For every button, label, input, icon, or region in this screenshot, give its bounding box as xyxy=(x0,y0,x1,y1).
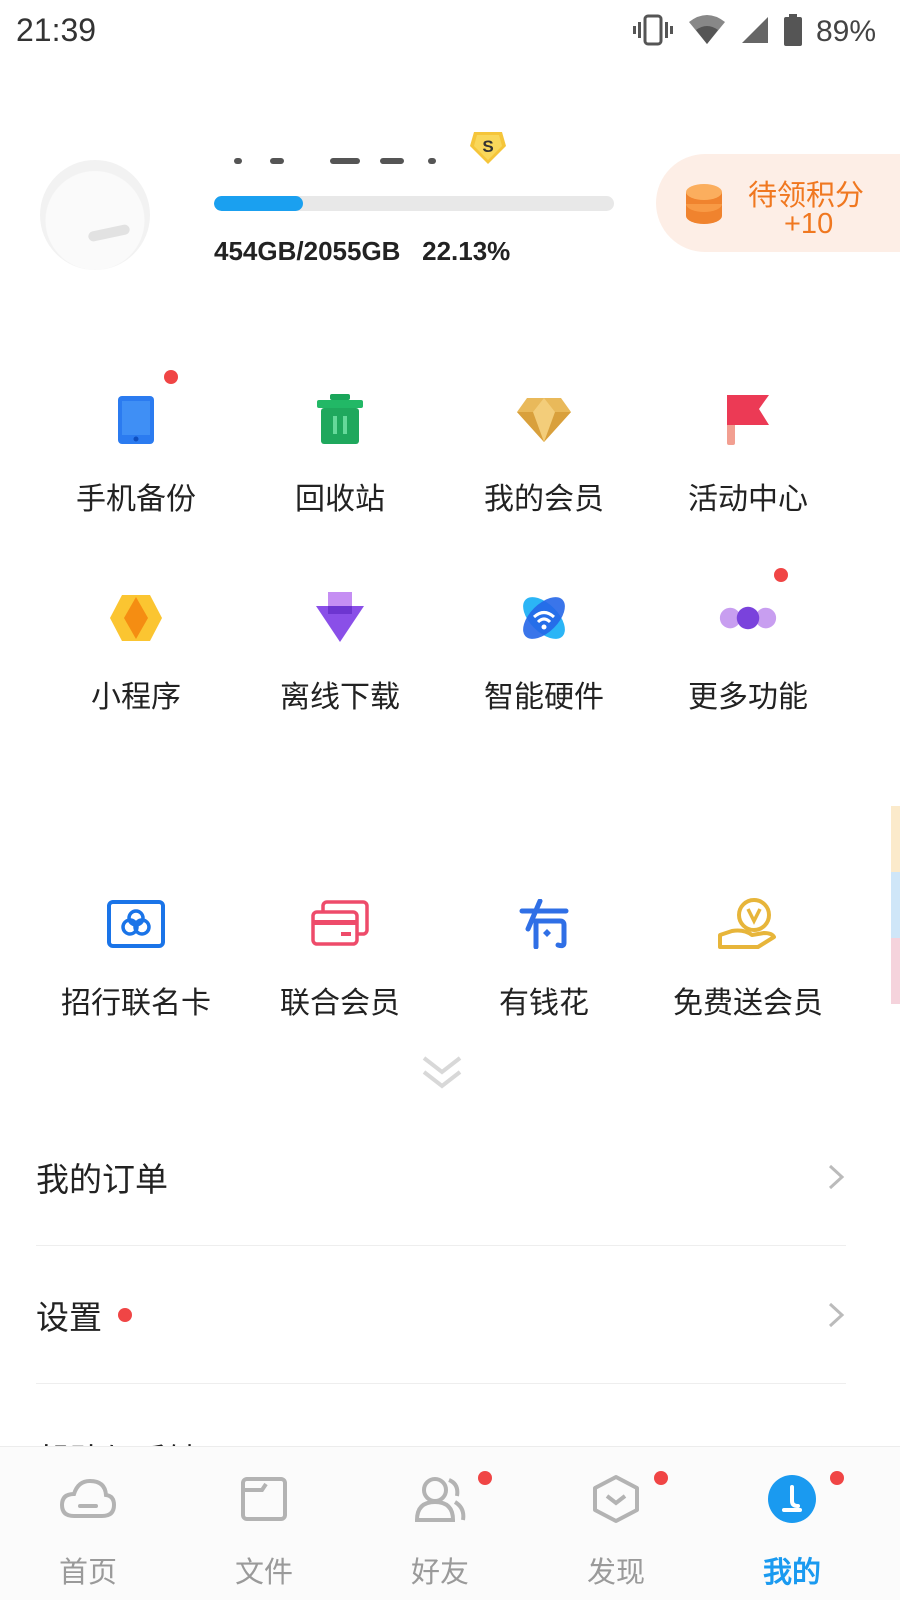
notification-dot xyxy=(830,1471,844,1485)
grid-label: 免费送会员 xyxy=(673,986,823,1021)
points-value: +10 xyxy=(784,208,834,240)
grid-label: 手机备份 xyxy=(76,482,196,517)
grid-label: 小程序 xyxy=(91,680,181,715)
grid-label: 招行联名卡 xyxy=(61,986,211,1021)
recycle-bin-icon xyxy=(310,390,370,450)
grid-item-youqianhua[interactable]: 有钱花 xyxy=(444,894,644,1044)
nav-label: 发现 xyxy=(586,1555,645,1589)
smart-hardware-icon xyxy=(514,588,574,648)
notification-dot xyxy=(164,370,178,384)
more-functions-icon xyxy=(718,588,778,648)
nav-item-friends[interactable]: 好友 xyxy=(370,1467,510,1597)
expand-chevron-icon[interactable] xyxy=(418,1052,466,1092)
vibrate-icon xyxy=(632,13,674,51)
notification-dot xyxy=(654,1471,668,1485)
chevron-right-icon xyxy=(826,1162,846,1192)
grid-label: 更多功能 xyxy=(688,680,808,715)
menu-label: 设置 xyxy=(36,1297,102,1337)
storage-text: 454GB/2055GB 22.13% xyxy=(214,236,511,266)
joint-membership-icon xyxy=(310,894,370,954)
cloud-home-icon xyxy=(60,1471,116,1527)
cmb-card-icon xyxy=(106,894,166,954)
menu-label: 我的订单 xyxy=(36,1159,168,1199)
grid-label: 联合会员 xyxy=(280,986,400,1021)
grid-item-free-vip[interactable]: 免费送会员 xyxy=(648,894,848,1044)
phone-backup-icon xyxy=(106,390,166,450)
grid-label: 我的会员 xyxy=(484,482,604,517)
nav-item-discover[interactable]: 发现 xyxy=(546,1467,686,1597)
points-card[interactable]: 待领积分 +10 xyxy=(656,154,900,252)
vip-badge-letter: S xyxy=(482,137,493,156)
grid-item-offline-download[interactable]: 离线下载 xyxy=(240,588,440,738)
storage-progress-fill xyxy=(214,196,303,211)
side-color-strip xyxy=(891,806,900,1004)
username-redacted[interactable] xyxy=(230,150,450,172)
nav-label: 文件 xyxy=(234,1555,293,1589)
grid-item-my-membership[interactable]: 我的会员 xyxy=(444,390,644,540)
grid-item-phone-backup[interactable]: 手机备份 xyxy=(36,370,236,540)
discover-icon xyxy=(588,1471,644,1527)
coin-stack-icon xyxy=(684,180,724,230)
free-vip-icon xyxy=(718,894,778,954)
nav-label: 首页 xyxy=(58,1555,117,1589)
grid-label: 活动中心 xyxy=(688,482,808,517)
menu-row-my-orders[interactable]: 我的订单 xyxy=(36,1108,846,1246)
grid-item-joint-membership[interactable]: 联合会员 xyxy=(240,894,440,1044)
grid-label: 智能硬件 xyxy=(484,680,604,715)
diamond-icon xyxy=(514,390,574,450)
grid-item-smart-hardware[interactable]: 智能硬件 xyxy=(444,588,644,738)
nav-label: 好友 xyxy=(410,1555,469,1589)
status-time: 21:39 xyxy=(16,12,97,48)
grid-label: 回收站 xyxy=(295,482,385,517)
bottom-nav: 首页 文件 好友 发现 我的 xyxy=(0,1446,900,1600)
notification-dot xyxy=(118,1308,132,1322)
status-icons: 89% xyxy=(632,10,876,54)
grid-item-more-functions[interactable]: 更多功能 xyxy=(648,568,848,738)
nav-label: 我的 xyxy=(762,1555,821,1589)
offline-download-icon xyxy=(310,588,370,648)
profile-icon xyxy=(764,1471,820,1527)
mini-program-icon xyxy=(106,588,166,648)
nav-item-me[interactable]: 我的 xyxy=(722,1467,862,1597)
notification-dot xyxy=(774,568,788,582)
grid-item-activity-center[interactable]: 活动中心 xyxy=(648,390,848,540)
wifi-icon xyxy=(688,14,726,50)
grid-item-recycle-bin[interactable]: 回收站 xyxy=(240,390,440,540)
grid-label: 有钱花 xyxy=(499,986,589,1021)
flag-icon xyxy=(718,390,778,450)
signal-icon xyxy=(740,15,770,49)
grid-label: 离线下载 xyxy=(280,680,400,715)
vip-badge-icon[interactable]: S xyxy=(468,128,508,166)
grid-item-mini-program[interactable]: 小程序 xyxy=(36,588,236,738)
battery-percent: 89% xyxy=(815,15,876,48)
status-bar: 21:39 89% xyxy=(0,0,900,64)
folder-icon xyxy=(236,1471,292,1527)
storage-progress-bar xyxy=(214,196,614,211)
nav-item-home[interactable]: 首页 xyxy=(18,1467,158,1597)
avatar[interactable] xyxy=(40,160,150,270)
notification-dot xyxy=(478,1471,492,1485)
nav-item-files[interactable]: 文件 xyxy=(194,1467,334,1597)
menu-row-settings[interactable]: 设置 xyxy=(36,1246,846,1384)
chevron-right-icon xyxy=(826,1300,846,1330)
grid-item-cmb-card[interactable]: 招行联名卡 xyxy=(36,894,236,1044)
youqianhua-icon xyxy=(514,894,574,954)
friends-icon xyxy=(412,1471,468,1527)
battery-icon xyxy=(783,14,802,50)
